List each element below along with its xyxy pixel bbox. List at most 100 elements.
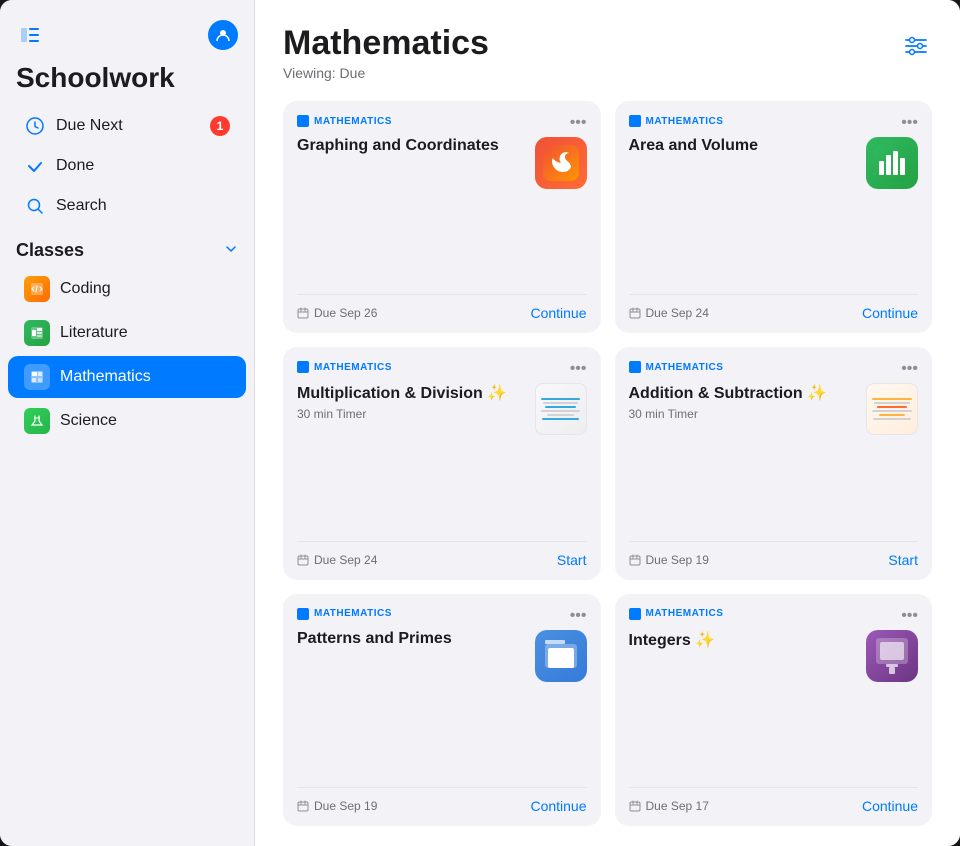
card-int-action[interactable]: Continue <box>862 798 918 814</box>
numbers-app-icon <box>866 137 918 189</box>
card-int-category: MATHEMATICS <box>629 608 724 620</box>
main-header: Mathematics Viewing: Due <box>255 0 960 89</box>
card-mult-title: Multiplication & Division ✨ <box>297 383 535 403</box>
sidebar-toggle-button[interactable] <box>16 21 44 49</box>
card-area-top: MATHEMATICS ••• <box>629 115 919 131</box>
app-title: Schoolwork <box>0 54 254 106</box>
card-mult-category-text: MATHEMATICS <box>314 362 392 373</box>
card-pat-category-text: MATHEMATICS <box>314 608 392 619</box>
main-content: Mathematics Viewing: Due <box>255 0 960 846</box>
cards-grid: MATHEMATICS ••• Graphing and Coordinates <box>255 89 960 846</box>
calendar-icon-5 <box>297 800 309 812</box>
card-mult-action[interactable]: Start <box>557 552 587 568</box>
card-add-body: Addition & Subtraction ✨ 30 min Timer <box>629 383 919 528</box>
swift-app-icon <box>535 137 587 189</box>
card-graphing: MATHEMATICS ••• Graphing and Coordinates <box>283 101 601 333</box>
card-pat-menu-button[interactable]: ••• <box>570 608 587 624</box>
calendar-icon <box>297 307 309 319</box>
keynote-app-icon <box>866 630 918 682</box>
card-add-top: MATHEMATICS ••• <box>629 361 919 377</box>
card-area-action[interactable]: Continue <box>862 305 918 321</box>
card-graphing-due: Due Sep 26 <box>297 306 377 320</box>
files-app-icon <box>535 630 587 682</box>
profile-button[interactable] <box>208 20 238 50</box>
sidebar-item-literature[interactable]: Literature <box>8 312 246 354</box>
sidebar-header <box>0 20 254 54</box>
sidebar-item-science[interactable]: Science <box>8 400 246 442</box>
card-int-due: Due Sep 17 <box>629 799 709 813</box>
filter-button[interactable] <box>900 30 932 62</box>
card-pat-title: Patterns and Primes <box>297 630 525 648</box>
math-category-icon-4 <box>629 361 641 373</box>
card-integers: MATHEMATICS ••• Integers ✨ <box>615 594 933 826</box>
card-pat-category: MATHEMATICS <box>297 608 392 620</box>
card-mult-menu-button[interactable]: ••• <box>570 361 587 377</box>
card-add-category: MATHEMATICS <box>629 361 724 373</box>
mathematics-label: Mathematics <box>60 368 151 386</box>
nav-search[interactable]: Search <box>8 187 246 225</box>
card-area-body: Area and Volume <box>629 137 919 282</box>
calendar-icon-3 <box>297 554 309 566</box>
add-thumbnail <box>866 383 918 435</box>
card-area-menu-button[interactable]: ••• <box>901 115 918 131</box>
card-area-category-text: MATHEMATICS <box>646 116 724 127</box>
card-pat-due: Due Sep 19 <box>297 799 377 813</box>
search-label: Search <box>56 197 107 215</box>
card-int-body: Integers ✨ <box>629 630 919 775</box>
card-int-title: Integers ✨ <box>629 630 857 650</box>
card-int-footer: Due Sep 17 Continue <box>629 787 919 814</box>
card-add-menu-button[interactable]: ••• <box>901 361 918 377</box>
card-add-info: Addition & Subtraction ✨ 30 min Timer <box>629 383 867 421</box>
science-label: Science <box>60 412 117 430</box>
literature-icon <box>24 320 50 346</box>
card-area-due: Due Sep 24 <box>629 306 709 320</box>
card-patterns: MATHEMATICS ••• Patterns and Primes <box>283 594 601 826</box>
card-add-title: Addition & Subtraction ✨ <box>629 383 867 403</box>
card-int-category-text: MATHEMATICS <box>646 608 724 619</box>
page-title: Mathematics <box>283 24 489 63</box>
sidebar-item-coding[interactable]: Coding <box>8 268 246 310</box>
card-pat-action[interactable]: Continue <box>530 798 586 814</box>
card-add-subtitle: 30 min Timer <box>629 407 867 421</box>
math-category-icon-5 <box>297 608 309 620</box>
card-graphing-action[interactable]: Continue <box>530 305 586 321</box>
science-icon <box>24 408 50 434</box>
card-mult-subtitle: 30 min Timer <box>297 407 535 421</box>
math-category-icon-6 <box>629 608 641 620</box>
classes-section-header: Classes <box>0 226 254 267</box>
card-add-category-text: MATHEMATICS <box>646 362 724 373</box>
mathematics-icon <box>24 364 50 390</box>
card-pat-top: MATHEMATICS ••• <box>297 608 587 624</box>
card-mult-body: Multiplication & Division ✨ 30 min Timer <box>297 383 587 528</box>
due-next-label: Due Next <box>56 117 123 135</box>
card-addition: MATHEMATICS ••• Addition & Subtraction ✨… <box>615 347 933 579</box>
clock-icon <box>24 115 46 137</box>
math-category-icon <box>297 115 309 127</box>
card-mult-footer: Due Sep 24 Start <box>297 541 587 568</box>
search-nav-icon <box>24 195 46 217</box>
card-graphing-top: MATHEMATICS ••• <box>297 115 587 131</box>
sidebar-item-mathematics[interactable]: Mathematics <box>8 356 246 398</box>
checkmark-icon <box>24 155 46 177</box>
card-mult-info: Multiplication & Division ✨ 30 min Timer <box>297 383 535 421</box>
card-graphing-menu-button[interactable]: ••• <box>570 115 587 131</box>
classes-chevron-button[interactable] <box>224 242 238 259</box>
card-int-menu-button[interactable]: ••• <box>901 608 918 624</box>
card-graphing-body: Graphing and Coordinates <box>297 137 587 282</box>
card-graphing-footer: Due Sep 26 Continue <box>297 294 587 321</box>
card-area-category: MATHEMATICS <box>629 115 724 127</box>
nav-due-next[interactable]: Due Next 1 <box>8 107 246 145</box>
card-graphing-title: Graphing and Coordinates <box>297 137 525 155</box>
sidebar: Schoolwork Due Next 1 Done <box>0 0 255 846</box>
nav-done[interactable]: Done <box>8 147 246 185</box>
card-graphing-category-text: MATHEMATICS <box>314 116 392 127</box>
card-graphing-category: MATHEMATICS <box>297 115 392 127</box>
card-pat-footer: Due Sep 19 Continue <box>297 787 587 814</box>
card-int-top: MATHEMATICS ••• <box>629 608 919 624</box>
card-pat-info: Patterns and Primes <box>297 630 525 652</box>
viewing-label: Viewing: Due <box>283 65 489 81</box>
card-add-action[interactable]: Start <box>888 552 918 568</box>
calendar-icon-4 <box>629 554 641 566</box>
card-mult-category: MATHEMATICS <box>297 361 392 373</box>
card-area-info: Area and Volume <box>629 137 857 159</box>
